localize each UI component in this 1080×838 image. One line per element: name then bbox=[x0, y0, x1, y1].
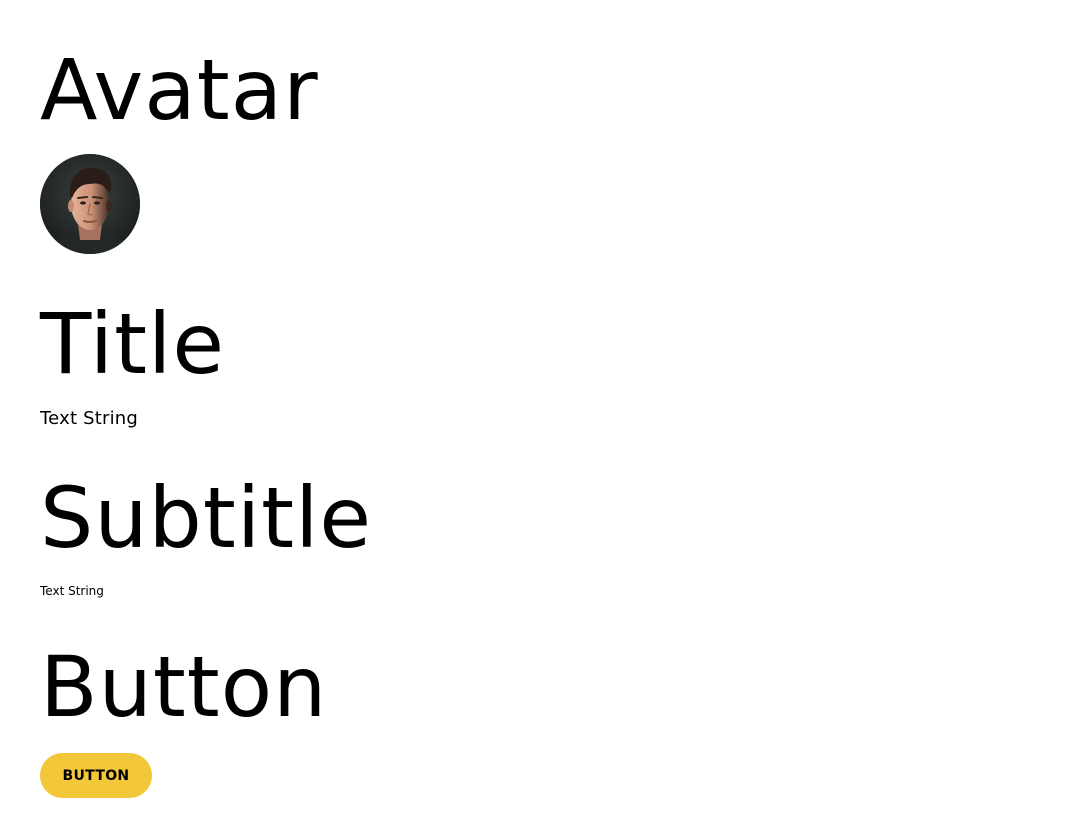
subtitle-section-heading: Subtitle bbox=[40, 469, 373, 567]
primary-button[interactable]: BUTTON bbox=[40, 753, 152, 798]
subtitle-text-string: Text String bbox=[40, 584, 104, 598]
title-section-heading: Title bbox=[40, 295, 226, 393]
button-section-heading: Button bbox=[40, 638, 328, 736]
title-text-string: Text String bbox=[40, 408, 139, 429]
component-showcase: Avatar Title Text String Subtitle Text S… bbox=[0, 0, 1080, 838]
primary-button-label: BUTTON bbox=[62, 767, 130, 784]
avatar bbox=[40, 154, 140, 254]
person-portrait-icon bbox=[40, 154, 140, 254]
avatar-section-heading: Avatar bbox=[40, 41, 319, 139]
